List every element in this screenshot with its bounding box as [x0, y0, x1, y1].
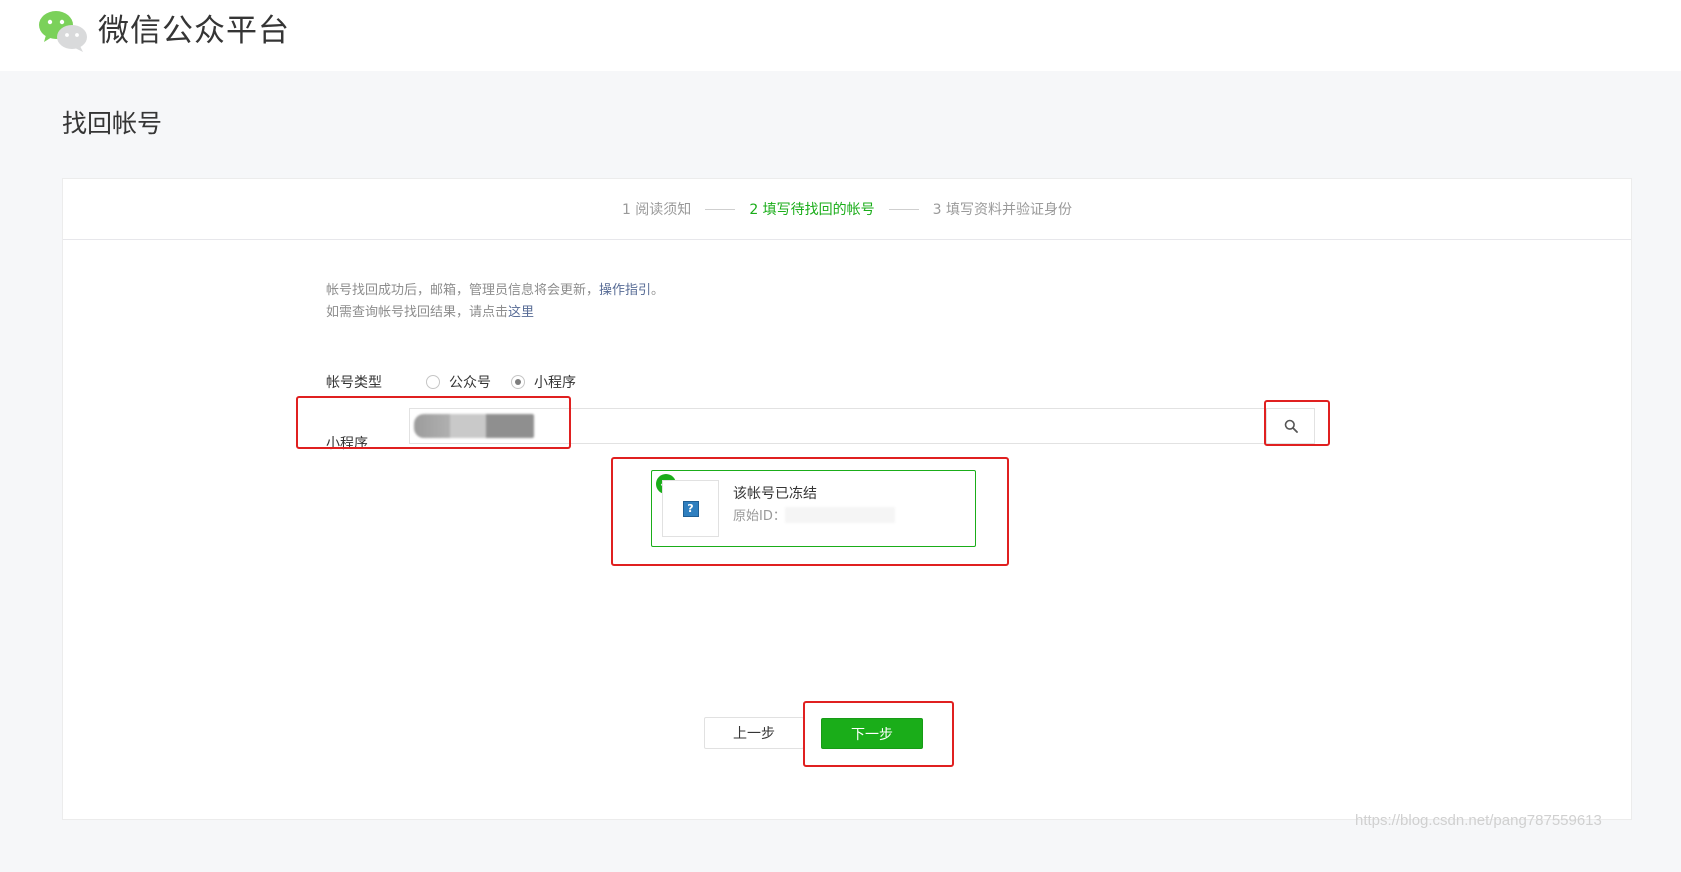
guide-link[interactable]: 操作指引 [599, 283, 651, 298]
account-type-label: 帐号类型 [326, 375, 382, 391]
account-type-row: 帐号类型 公众号 小程序 [326, 372, 596, 392]
highlight-box-search [1264, 400, 1330, 446]
notice-line-2: 如需查询帐号找回结果，请点击 [326, 305, 509, 320]
step-1: 1 阅读须知 [621, 202, 692, 218]
notice-text: 帐号找回成功后，邮箱，管理员信息将会更新，操作指引。 如需查询帐号找回结果，请点… [326, 280, 664, 324]
radio-circle[interactable] [426, 375, 440, 389]
notice-line-1-end: 。 [651, 283, 665, 298]
step-divider [705, 208, 736, 210]
radio-label: 小程序 [534, 375, 576, 391]
step-3: 3 填写资料并验证身份 [932, 202, 1073, 218]
page-title: 找回帐号 [62, 109, 163, 138]
prev-button[interactable]: 上一步 [704, 717, 804, 749]
radio-circle-selected[interactable] [511, 375, 525, 389]
top-bar: 微信公众平台 [0, 0, 1681, 71]
brand-title: 微信公众平台 [98, 13, 290, 49]
notice-line-1: 帐号找回成功后，邮箱，管理员信息将会更新， [326, 283, 600, 298]
radio-label: 公众号 [449, 375, 491, 391]
highlight-box-input [296, 396, 571, 449]
step-divider [888, 208, 919, 210]
radio-mini-program[interactable]: 小程序 [511, 372, 576, 392]
wechat-logo-icon [39, 11, 87, 52]
query-result-link[interactable]: 这里 [508, 305, 534, 320]
highlight-box-next [803, 701, 954, 767]
step-2: 2 填写待找回的帐号 [749, 202, 875, 218]
step-indicator: 1 阅读须知 2 填写待找回的帐号 3 填写资料并验证身份 [63, 179, 1631, 240]
radio-official-account[interactable]: 公众号 [426, 372, 491, 392]
watermark: https://blog.csdn.net/pang787559613 [1355, 812, 1602, 829]
highlight-box-result [611, 457, 1009, 566]
